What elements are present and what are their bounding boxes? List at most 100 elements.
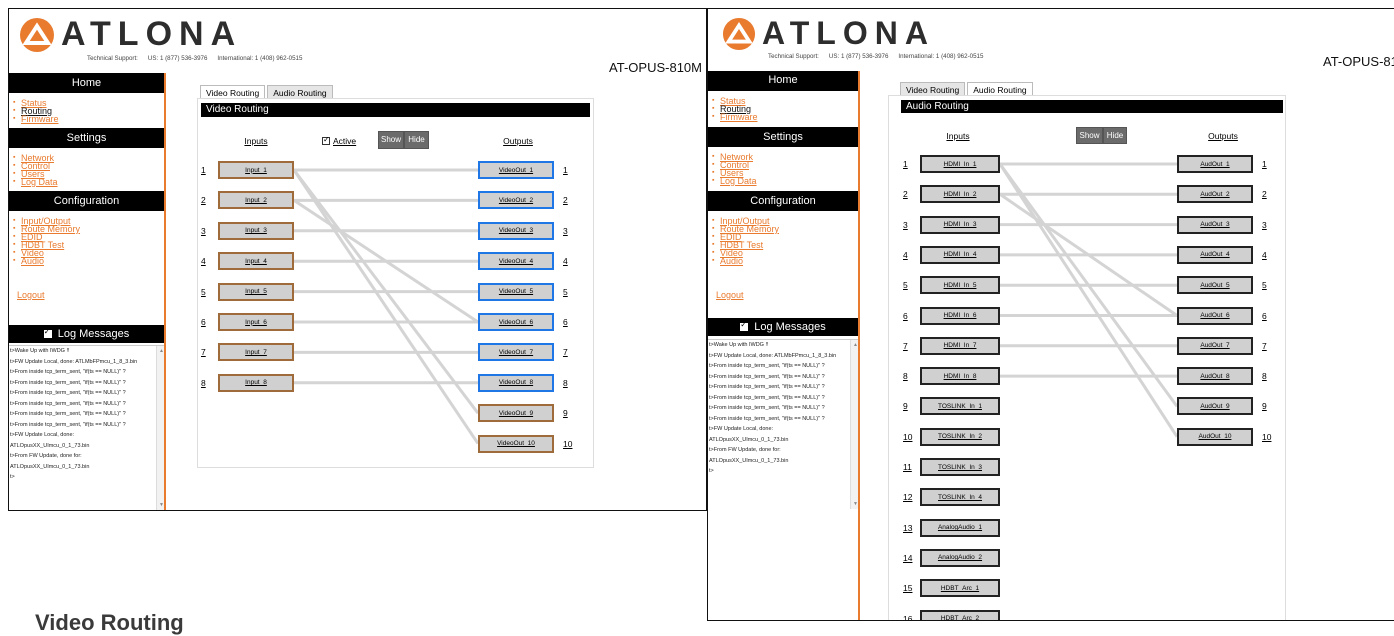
input-port[interactable]: AnalogAudio_1	[920, 518, 1000, 537]
input-port[interactable]: Input_2	[218, 191, 294, 210]
nav-firmware[interactable]: Firmware	[708, 113, 858, 122]
nav-audio[interactable]: Audio	[708, 257, 858, 266]
input-port[interactable]: TOSLINK_In_4	[920, 488, 1000, 507]
log-line: t>	[709, 468, 714, 474]
input-port[interactable]: HDMI_In_8	[920, 367, 1000, 386]
active-checkbox[interactable]	[322, 135, 330, 145]
log-messages-box[interactable]: ▲ ▼ t>Wake Up with IWDG !! t>FW Update Loc…	[9, 345, 164, 510]
logout-link[interactable]: Logout	[17, 290, 45, 300]
input-port[interactable]: Input_8	[218, 373, 294, 392]
input-port[interactable]: HDMI_In_2	[920, 185, 1000, 204]
scroll-up-icon[interactable]: ▲	[159, 348, 164, 354]
input-number: 4	[201, 256, 206, 267]
log-line: t>FW Update Local, done: ATLMbFPmcu_1_8_…	[709, 352, 837, 359]
output-port[interactable]: AudOut_7	[1177, 336, 1253, 355]
output-port[interactable]: VideoOut_10	[478, 434, 554, 453]
output-number: 10	[563, 438, 573, 449]
input-number: 1	[201, 165, 206, 175]
input-number: 6	[903, 310, 908, 321]
nav-firmware[interactable]: Firmware	[9, 115, 164, 124]
log-line: t>	[10, 474, 15, 480]
output-port[interactable]: AudOut_1	[1177, 155, 1253, 173]
output-port[interactable]: VideoOut_6	[478, 313, 554, 331]
scroll-down-icon[interactable]: ▼	[159, 502, 164, 508]
output-port[interactable]: VideoOut_4	[478, 252, 554, 271]
outputs-heading: Outputs	[1208, 131, 1238, 141]
log-line: t>From inside tcp_term_sent, "if(ts == N…	[709, 394, 825, 401]
show-button[interactable]: Show	[378, 131, 404, 149]
output-port[interactable]: VideoOut_5	[478, 282, 554, 301]
output-port[interactable]: AudOut_5	[1177, 276, 1253, 295]
input-number: 16	[903, 613, 913, 621]
log-line: t>From inside tcp_term_sent, "if(ts == N…	[709, 384, 825, 390]
scroll-up-icon[interactable]: ▲	[853, 342, 858, 348]
input-port[interactable]: Input_4	[218, 252, 294, 271]
output-port[interactable]: VideoOut_1	[478, 161, 554, 179]
logo-wordmark: ATLONA	[61, 15, 243, 53]
nav-audio[interactable]: Audio	[9, 257, 164, 266]
output-port[interactable]: AudOut_10	[1177, 427, 1253, 446]
input-port[interactable]: Input_1	[218, 161, 294, 179]
output-port[interactable]: AudOut_9	[1177, 397, 1253, 416]
output-port[interactable]: AudOut_6	[1177, 306, 1253, 325]
output-port[interactable]: AudOut_8	[1177, 367, 1253, 386]
input-port[interactable]: HDMI_In_6	[920, 306, 1000, 325]
log-scrollbar[interactable]: ▲ ▼	[156, 346, 164, 510]
log-line: t>From inside tcp_term_sent, "if(ts == N…	[709, 363, 825, 369]
input-port[interactable]: Input_3	[218, 221, 294, 240]
atlona-mark-icon	[722, 17, 756, 50]
output-port[interactable]: VideoOut_9	[478, 404, 554, 423]
home-header: Home	[9, 73, 164, 93]
hide-button[interactable]: Hide	[1103, 127, 1127, 144]
log-line: t>From FW Update, done for:	[10, 453, 82, 459]
output-port[interactable]: VideoOut_8	[478, 373, 554, 392]
input-port[interactable]: Input_7	[218, 343, 294, 362]
atlona-logo[interactable]: ATLONA	[722, 15, 935, 52]
output-number: 1	[1262, 159, 1267, 169]
log-check-icon[interactable]	[43, 327, 52, 338]
logout-link[interactable]: Logout	[716, 290, 744, 300]
output-port[interactable]: AudOut_2	[1177, 185, 1253, 204]
log-scrollbar[interactable]: ▲ ▼	[850, 340, 858, 509]
input-port[interactable]: TOSLINK_In_2	[920, 427, 1000, 446]
log-line: t>From inside tcp_term_sent, "if(ts == N…	[709, 405, 825, 411]
input-port[interactable]: HDMI_In_3	[920, 215, 1000, 234]
scroll-down-icon[interactable]: ▼	[853, 501, 858, 507]
output-number: 4	[563, 256, 568, 267]
page-caption: Video Routing	[35, 610, 184, 635]
input-number: 2	[903, 189, 908, 200]
show-button[interactable]: Show	[1076, 127, 1103, 144]
output-port[interactable]: VideoOut_3	[478, 221, 554, 240]
atlona-mark-icon	[20, 17, 54, 52]
log-messages-box[interactable]: ▲ ▼ t>Wake Up with IWDG !! t>FW Update Loc…	[708, 339, 858, 509]
input-port[interactable]: TOSLINK_In_3	[920, 458, 1000, 476]
output-number: 5	[563, 286, 568, 297]
input-port[interactable]: HDMI_In_1	[920, 155, 1000, 173]
nav-log-data[interactable]: Log Data	[9, 178, 164, 187]
logo-wordmark: ATLONA	[762, 15, 935, 51]
output-port[interactable]: AudOut_4	[1177, 245, 1253, 264]
input-port[interactable]: Input_5	[218, 282, 294, 301]
input-number: 5	[903, 280, 908, 291]
input-port[interactable]: Input_6	[218, 313, 294, 331]
configuration-header: Configuration	[9, 191, 164, 211]
input-port[interactable]: AnalogAudio_2	[920, 548, 1000, 567]
output-port[interactable]: VideoOut_2	[478, 191, 554, 210]
atlona-logo[interactable]: ATLONA	[19, 15, 242, 54]
active-toggle[interactable]: Active	[322, 135, 356, 146]
input-port[interactable]: HDMI_In_5	[920, 276, 1000, 295]
output-port[interactable]: VideoOut_7	[478, 343, 554, 362]
input-number: 8	[903, 371, 908, 382]
input-port[interactable]: HDMI_In_4	[920, 245, 1000, 264]
input-port[interactable]: TOSLINK_In_1	[920, 397, 1000, 416]
log-line: t>From inside tcp_term_sent, "if(ts == N…	[10, 390, 126, 396]
output-port[interactable]: AudOut_3	[1177, 215, 1253, 234]
hide-button[interactable]: Hide	[404, 131, 429, 149]
input-port[interactable]: HDBT_Arc_1	[920, 579, 1000, 598]
input-port[interactable]: HDBT_Arc_2	[920, 609, 1000, 620]
log-line: t>FW Update Local, done:	[10, 432, 75, 438]
nav-log-data[interactable]: Log Data	[708, 177, 858, 186]
input-number: 5	[201, 286, 206, 297]
input-port[interactable]: HDMI_In_7	[920, 336, 1000, 355]
log-check-icon[interactable]	[740, 320, 749, 331]
